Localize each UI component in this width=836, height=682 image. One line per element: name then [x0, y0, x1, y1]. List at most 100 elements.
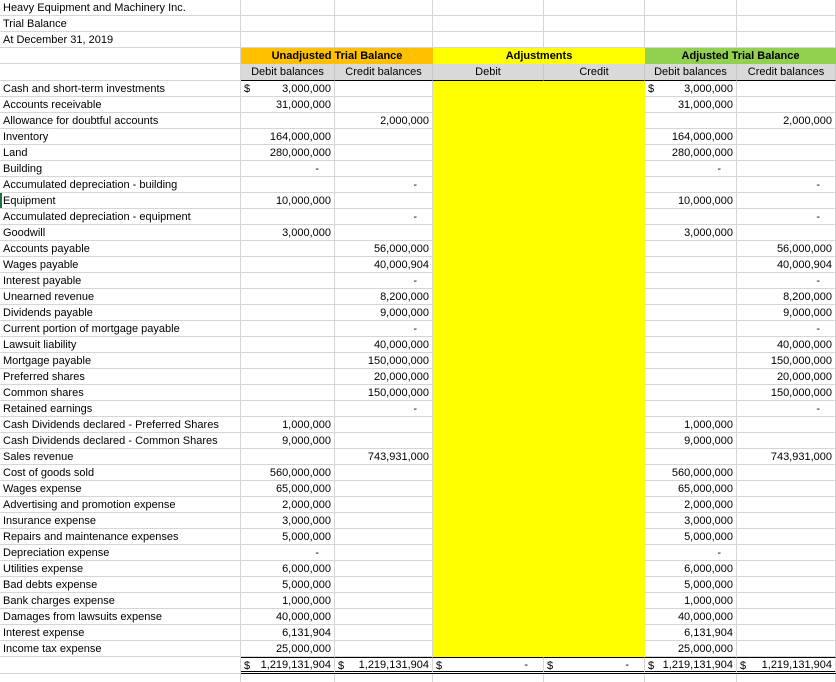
account-cell[interactable]: Current portion of mortgage payable: [0, 321, 241, 337]
adjusted-credit-cell[interactable]: [737, 561, 836, 577]
empty-cell[interactable]: [335, 674, 433, 682]
empty-cell[interactable]: [241, 0, 335, 16]
adj-credit-cell[interactable]: [544, 497, 645, 513]
adjusted-credit-cell[interactable]: [737, 497, 836, 513]
empty-cell[interactable]: [544, 674, 645, 682]
unadj-debit-cell[interactable]: [241, 385, 335, 401]
account-cell[interactable]: Equipment: [0, 193, 241, 209]
adj-debit-cell[interactable]: [433, 273, 544, 289]
adj-credit-cell[interactable]: [544, 593, 645, 609]
adj-credit-cell[interactable]: [544, 401, 645, 417]
adjusted-debit-cell[interactable]: 560,000,000: [645, 465, 737, 481]
adjusted-debit-header[interactable]: Debit balances: [645, 64, 737, 81]
adjusted-debit-cell[interactable]: [645, 449, 737, 465]
adjusted-debit-cell[interactable]: [645, 209, 737, 225]
unadj-credit-cell[interactable]: [335, 513, 433, 529]
adjusted-credit-cell[interactable]: -: [737, 321, 836, 337]
empty-cell[interactable]: [335, 32, 433, 48]
company-title[interactable]: Heavy Equipment and Machinery Inc.: [0, 0, 241, 16]
adj-debit-cell[interactable]: [433, 225, 544, 241]
unadj-credit-cell[interactable]: 150,000,000: [335, 353, 433, 369]
unadj-credit-cell[interactable]: 40,000,904: [335, 257, 433, 273]
unadj-credit-cell[interactable]: [335, 433, 433, 449]
adjusted-credit-cell[interactable]: -: [737, 273, 836, 289]
adjusted-credit-cell[interactable]: [737, 129, 836, 145]
adj-credit-cell[interactable]: [544, 465, 645, 481]
adj-debit-cell[interactable]: [433, 209, 544, 225]
adjusted-credit-cell[interactable]: [737, 609, 836, 625]
adjusted-credit-cell[interactable]: 40,000,000: [737, 337, 836, 353]
unadj-debit-cell[interactable]: 1,000,000: [241, 593, 335, 609]
account-cell[interactable]: Allowance for doubtful accounts: [0, 113, 241, 129]
adjusted-debit-cell[interactable]: [645, 113, 737, 129]
unadj-credit-cell[interactable]: [335, 81, 433, 97]
adjusted-debit-cell[interactable]: [645, 177, 737, 193]
empty-cell[interactable]: [645, 16, 737, 32]
adjusted-debit-cell[interactable]: 6,131,904: [645, 625, 737, 641]
unadj-credit-cell[interactable]: [335, 497, 433, 513]
adjusted-debit-cell[interactable]: 5,000,000: [645, 529, 737, 545]
adjusted-debit-cell[interactable]: 25,000,000: [645, 641, 737, 657]
unadj-credit-cell[interactable]: 40,000,000: [335, 337, 433, 353]
adjusted-credit-cell[interactable]: [737, 529, 836, 545]
adj-credit-cell[interactable]: [544, 433, 645, 449]
unadj-debit-cell[interactable]: [241, 289, 335, 305]
adj-credit-cell[interactable]: [544, 641, 645, 657]
adj-credit-cell[interactable]: [544, 369, 645, 385]
adj-debit-cell[interactable]: [433, 353, 544, 369]
unadj-credit-cell[interactable]: [335, 161, 433, 177]
account-cell[interactable]: Wages payable: [0, 257, 241, 273]
unadj-debit-cell[interactable]: [241, 177, 335, 193]
unadj-debit-cell[interactable]: 40,000,000: [241, 609, 335, 625]
account-cell[interactable]: Accumulated depreciation - building: [0, 177, 241, 193]
unadj-credit-cell[interactable]: -: [335, 321, 433, 337]
empty-cell[interactable]: [737, 32, 836, 48]
adj-credit-total[interactable]: $-: [544, 657, 645, 674]
unadj-credit-cell[interactable]: [335, 609, 433, 625]
empty-cell[interactable]: [433, 0, 544, 16]
unadj-debit-cell[interactable]: 2,000,000: [241, 497, 335, 513]
adj-credit-cell[interactable]: [544, 97, 645, 113]
adjusted-debit-cell[interactable]: [645, 337, 737, 353]
account-cell[interactable]: Dividends payable: [0, 305, 241, 321]
adjusted-debit-cell[interactable]: -: [645, 161, 737, 177]
empty-cell[interactable]: [0, 48, 241, 64]
unadj-debit-cell[interactable]: 560,000,000: [241, 465, 335, 481]
adj-debit-cell[interactable]: [433, 321, 544, 337]
adj-debit-cell[interactable]: [433, 257, 544, 273]
account-cell[interactable]: Accumulated depreciation - equipment: [0, 209, 241, 225]
report-title[interactable]: Trial Balance: [0, 16, 241, 32]
adjusted-credit-cell[interactable]: 8,200,000: [737, 289, 836, 305]
unadj-credit-cell[interactable]: [335, 417, 433, 433]
adj-debit-cell[interactable]: [433, 625, 544, 641]
adj-debit-cell[interactable]: [433, 241, 544, 257]
adjusted-credit-cell[interactable]: 20,000,000: [737, 369, 836, 385]
adj-debit-cell[interactable]: [433, 433, 544, 449]
adj-credit-cell[interactable]: [544, 449, 645, 465]
adj-debit-cell[interactable]: [433, 193, 544, 209]
adj-debit-cell[interactable]: [433, 385, 544, 401]
adjusted-credit-cell[interactable]: [737, 465, 836, 481]
unadj-credit-cell[interactable]: [335, 481, 433, 497]
unadj-debit-cell[interactable]: [241, 321, 335, 337]
adjusted-debit-cell[interactable]: [645, 273, 737, 289]
unadj-debit-cell[interactable]: 6,000,000: [241, 561, 335, 577]
account-cell[interactable]: Common shares: [0, 385, 241, 401]
adj-credit-cell[interactable]: [544, 545, 645, 561]
empty-cell[interactable]: [544, 16, 645, 32]
adj-credit-cell[interactable]: [544, 113, 645, 129]
adjusted-debit-cell[interactable]: 9,000,000: [645, 433, 737, 449]
unadj-credit-cell[interactable]: [335, 145, 433, 161]
adj-debit-cell[interactable]: [433, 161, 544, 177]
adjusted-debit-cell[interactable]: [645, 321, 737, 337]
adjusted-credit-header[interactable]: Credit balances: [737, 64, 836, 81]
adjusted-debit-cell[interactable]: 280,000,000: [645, 145, 737, 161]
adjusted-debit-cell[interactable]: [645, 385, 737, 401]
empty-cell[interactable]: [645, 0, 737, 16]
adj-debit-cell[interactable]: [433, 593, 544, 609]
adj-credit-cell[interactable]: [544, 625, 645, 641]
adjusted-credit-cell[interactable]: [737, 161, 836, 177]
account-cell[interactable]: Sales revenue: [0, 449, 241, 465]
unadj-debit-header[interactable]: Debit balances: [241, 64, 335, 81]
account-cell[interactable]: Cash Dividends declared - Preferred Shar…: [0, 417, 241, 433]
